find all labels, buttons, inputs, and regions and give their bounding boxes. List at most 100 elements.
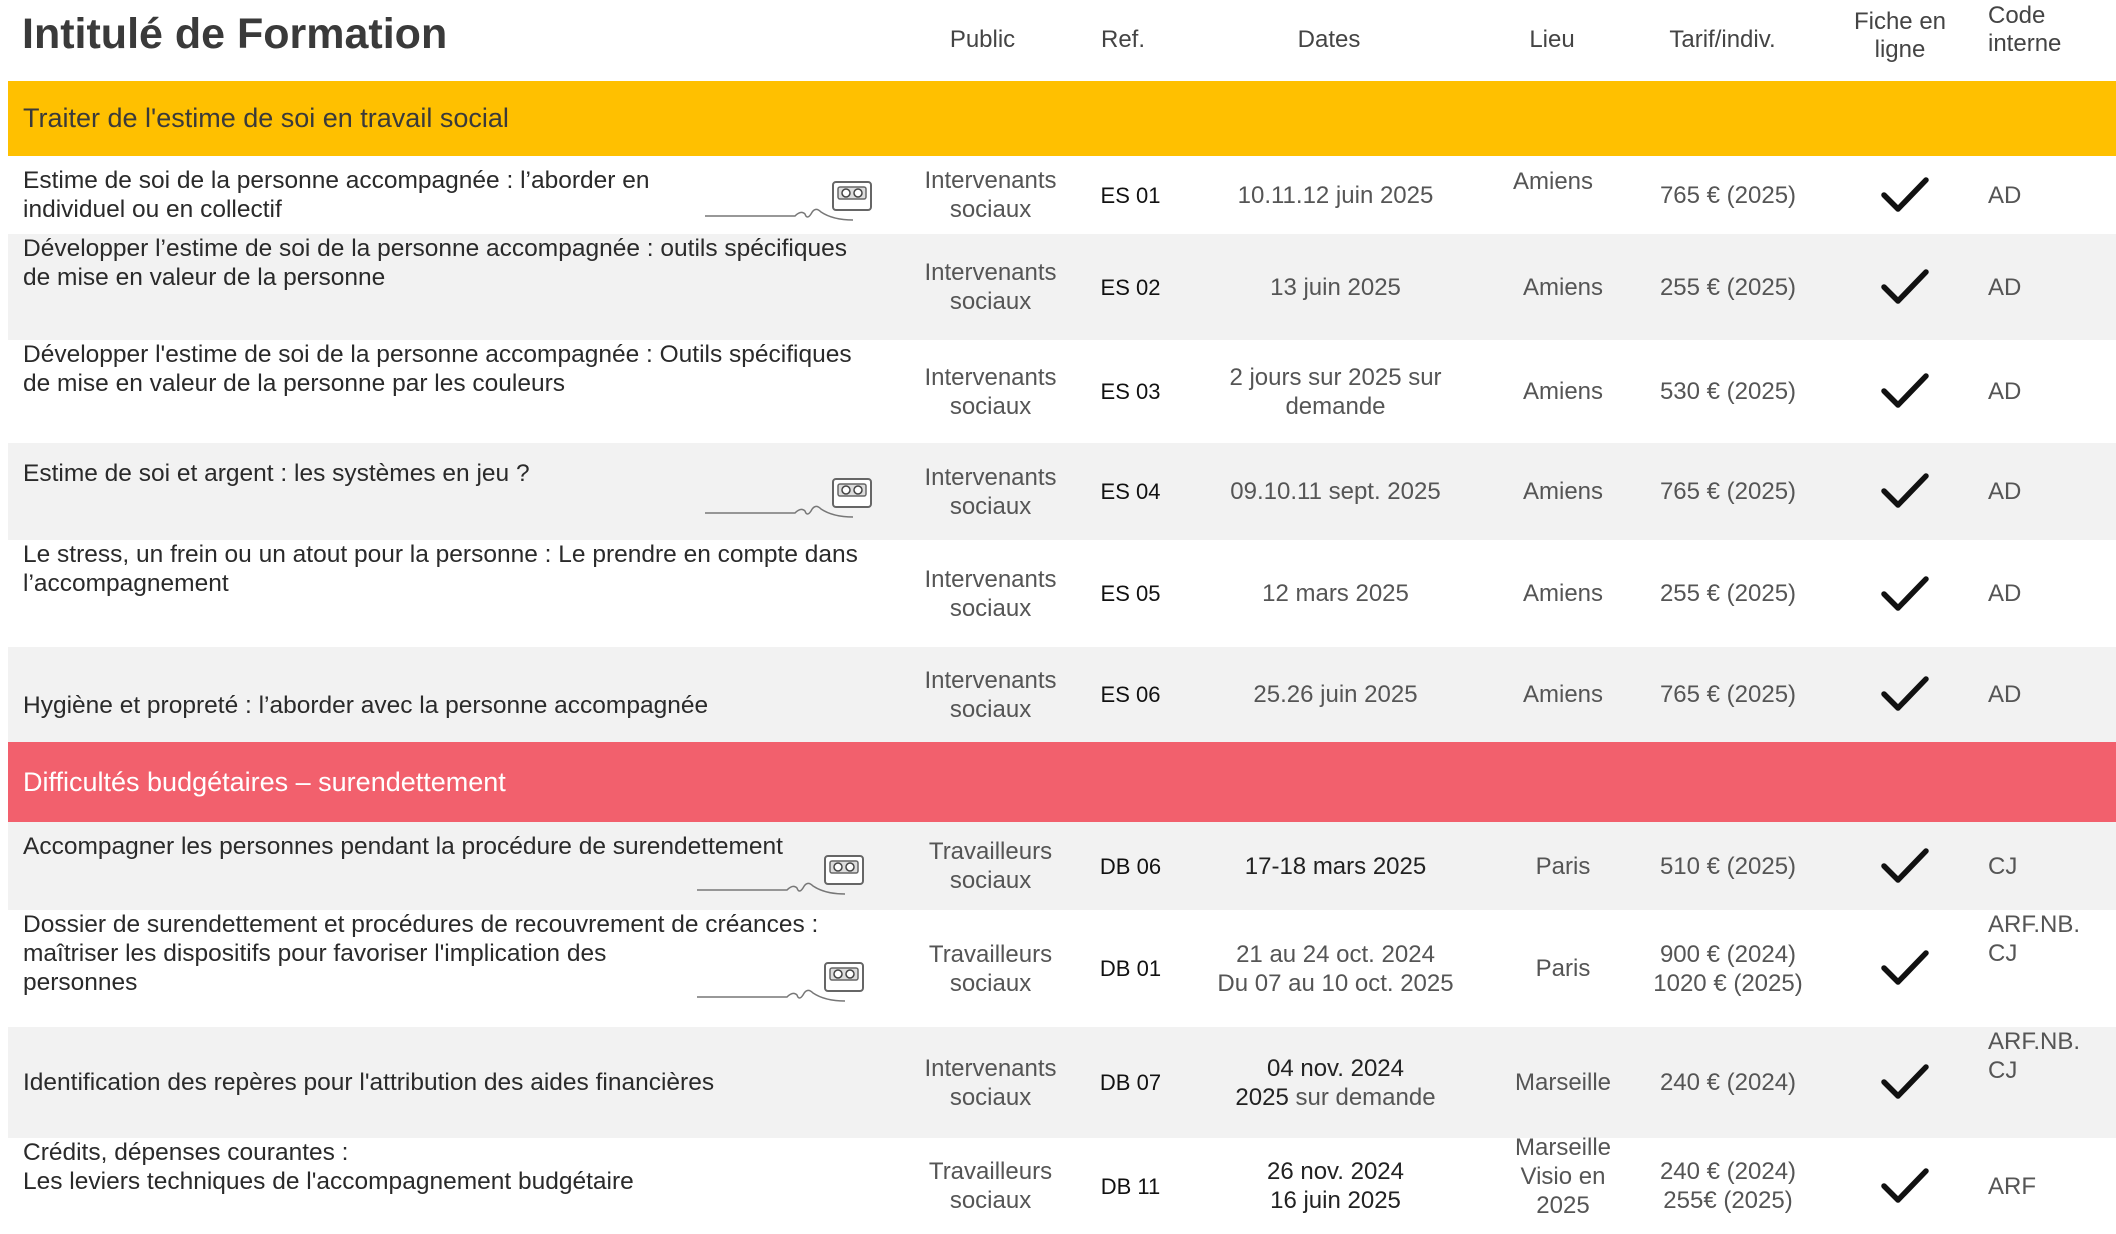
cassette-tape-icon — [697, 962, 864, 1002]
row-tarif-l1: 240 € (2024) — [1659, 1158, 1797, 1185]
table-row[interactable]: Développer l’estime de soi de la personn… — [8, 234, 2116, 340]
row-ref: DB 11 — [1100, 1173, 1161, 1199]
col-header-code-l1: Code — [1988, 2, 2046, 29]
row-ref: ES 06 — [1100, 682, 1161, 707]
row-title: Identification des repères pour l'attrib… — [23, 1069, 715, 1096]
row-dates-l1: 04 nov. 2024 — [1266, 1054, 1404, 1082]
row-title-l1: Le stress, un frein ou un atout pour la … — [23, 541, 858, 568]
row-public-l1: Intervenants — [924, 463, 1057, 491]
row-title: Hygiène et propreté : l’aborder avec la … — [23, 691, 709, 719]
table-row[interactable]: Crédits, dépenses courantes : Les levier… — [8, 1134, 2116, 1222]
row-ref: DB 07 — [1099, 1070, 1162, 1095]
section-header-estime: Traiter de l'estime de soi en travail so… — [8, 81, 2116, 156]
row-lieu: Marseille — [1514, 1069, 1612, 1096]
row-dates: 13 juin 2025 — [1270, 273, 1401, 301]
row-dates-l1: 2 jours sur 2025 sur — [1229, 363, 1442, 391]
col-header-fiche-l1: Fiche en — [1853, 8, 1947, 35]
row-tarif-l2: 255€ (2025) — [1663, 1187, 1793, 1214]
row-public-l1: Travailleurs — [928, 940, 1053, 968]
row-title-l2: maîtriser les dispositifs pour favoriser… — [23, 940, 607, 967]
row-public-l2: sociaux — [949, 492, 1032, 520]
row-ref: ES 01 — [1100, 182, 1161, 208]
row-title-l1: Développer l'estime de soi de la personn… — [23, 341, 852, 368]
row-public-l1: Intervenants — [924, 259, 1057, 286]
check-icon — [1881, 1064, 1929, 1099]
row-tarif: 510 € (2025) — [1659, 852, 1797, 880]
row-ref: DB 06 — [1099, 853, 1162, 879]
col-header-ref: Ref. — [1100, 26, 1145, 53]
row-title-l1: Crédits, dépenses courantes : — [23, 1139, 349, 1166]
section-title: Traiter de l'estime de soi en travail so… — [23, 103, 509, 133]
row-public-l2: sociaux — [949, 695, 1032, 723]
row-dates: 10.11.12 juin 2025 — [1237, 181, 1434, 209]
row-dates-l1: 21 au 24 oct. 2024 — [1236, 940, 1435, 968]
col-header-dates: Dates — [1297, 26, 1361, 53]
row-dates-l1: 26 nov. 2024 — [1266, 1158, 1404, 1185]
row-public-l2: sociaux — [949, 1187, 1032, 1214]
row-public-l2: sociaux — [949, 867, 1032, 894]
row-title-l2: l’accompagnement — [23, 570, 229, 597]
row-title-l2: de mise en valeur de la personne par les… — [23, 370, 566, 397]
row-tarif: 530 € (2025) — [1659, 378, 1797, 405]
row-ref: ES 04 — [1100, 479, 1161, 504]
check-icon — [1881, 950, 1929, 985]
row-title-l1: Estime de soi de la personne accompagnée… — [23, 167, 650, 194]
row-lieu: Paris — [1535, 852, 1591, 880]
table-row[interactable]: Dossier de surendettement et procédures … — [8, 910, 2116, 1027]
row-lieu: Amiens — [1522, 478, 1604, 505]
check-icon — [1881, 177, 1929, 212]
table-row[interactable]: Développer l'estime de soi de la personn… — [8, 340, 2116, 443]
row-dates-year: 2025 — [1235, 1083, 1289, 1111]
col-header-tarif: Tarif/indiv. — [1669, 26, 1776, 53]
row-public-l1: Intervenants — [924, 565, 1057, 593]
row-code-l2: CJ — [1988, 940, 2018, 967]
table-row[interactable]: Identification des repères pour l'attrib… — [8, 1027, 2116, 1138]
row-public-l1: Intervenants — [924, 167, 1057, 194]
row-code-l1: ARF.NB. — [1988, 1028, 2081, 1055]
row-public-l2: sociaux — [949, 392, 1032, 420]
row-tarif-l2: 1020 € (2025) — [1653, 969, 1803, 997]
row-public-l2: sociaux — [949, 196, 1032, 223]
row-dates-l2: demande — [1285, 392, 1386, 420]
table-row[interactable]: Estime de soi et argent : les systèmes e… — [8, 443, 2116, 540]
table-row[interactable]: Hygiène et propreté : l’aborder avec la … — [8, 647, 2116, 742]
page-title: Intitulé de Formation — [22, 10, 448, 58]
check-icon — [1881, 676, 1929, 711]
row-dates-l2: Du 07 au 10 oct. 2025 — [1217, 969, 1454, 997]
row-lieu: Amiens — [1522, 681, 1604, 708]
row-public-l1: Intervenants — [924, 363, 1057, 391]
row-title-l2: individuel ou en collectif — [23, 196, 282, 223]
row-code: AD — [1988, 580, 2022, 607]
row-ref: DB 01 — [1099, 956, 1162, 981]
row-dates: 17-18 mars 2025 — [1244, 852, 1427, 880]
row-public-l1: Travailleurs — [928, 838, 1053, 865]
row-lieu-l1: Marseille — [1514, 1133, 1612, 1161]
row-public-l1: Travailleurs — [928, 1158, 1053, 1185]
row-tarif: 255 € (2025) — [1659, 580, 1797, 607]
check-icon — [1881, 848, 1929, 883]
row-dates-l2: 16 juin 2025 — [1270, 1187, 1401, 1214]
check-icon — [1881, 576, 1929, 611]
row-title-l1: Dossier de surendettement et procédures … — [23, 911, 819, 938]
row-tarif: 255 € (2025) — [1659, 273, 1797, 301]
row-tarif: 765 € (2025) — [1659, 478, 1797, 505]
row-lieu: Amiens — [1522, 273, 1604, 301]
row-dates: 25.26 juin 2025 — [1253, 681, 1418, 708]
table-row[interactable]: Estime de soi de la personne accompagnée… — [8, 156, 2116, 234]
row-code: AD — [1988, 681, 2022, 708]
row-public-l1: Intervenants — [924, 1054, 1057, 1082]
table-row[interactable]: Le stress, un frein ou un atout pour la … — [8, 540, 2116, 647]
row-lieu: Paris — [1535, 955, 1591, 982]
row-public-l2: sociaux — [949, 288, 1032, 315]
row-title: Estime de soi et argent : les systèmes e… — [23, 459, 530, 487]
table-row[interactable]: Accompagner les personnes pendant la pro… — [8, 822, 2116, 910]
row-tarif: 765 € (2025) — [1659, 181, 1797, 209]
row-ref: ES 05 — [1100, 581, 1161, 606]
row-lieu: Amiens — [1512, 167, 1594, 195]
row-code: ARF — [1988, 1172, 2036, 1200]
col-header-fiche: Fiche en ligne — [1840, 0, 1960, 76]
col-header-code: Code interne — [1988, 2, 2108, 82]
row-lieu-l2: Visio en — [1520, 1162, 1606, 1190]
row-code: CJ — [1988, 852, 2018, 880]
row-code: AD — [1988, 181, 2022, 209]
